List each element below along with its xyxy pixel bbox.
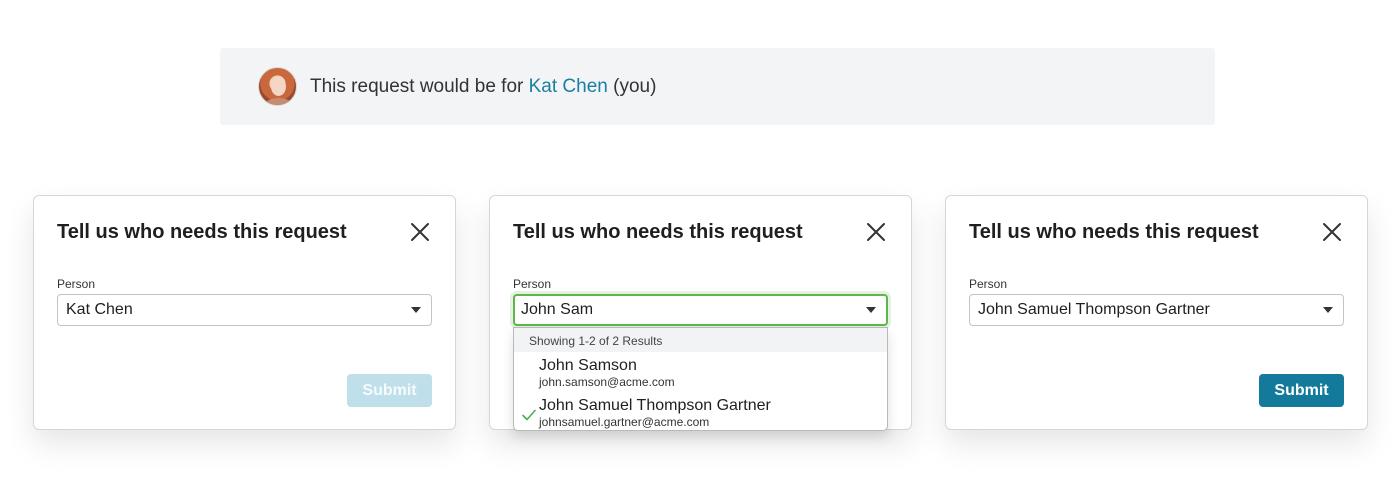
chevron-down-icon xyxy=(1323,307,1333,313)
close-icon[interactable] xyxy=(1321,221,1343,243)
person-label: Person xyxy=(57,277,96,291)
close-icon[interactable] xyxy=(865,221,887,243)
stage: This request would be for Kat Chen (you)… xyxy=(0,0,1400,478)
results-count: Showing 1-2 of 2 Results xyxy=(514,328,887,352)
person-label: Person xyxy=(513,277,552,291)
result-name: John Samuel Thompson Gartner xyxy=(539,397,771,414)
result-option[interactable]: John Samson john.samson@acme.com xyxy=(514,352,887,392)
person-search-value: John Sam xyxy=(521,301,594,318)
avatar xyxy=(258,67,297,106)
avatar-shirt xyxy=(265,98,292,105)
submit-button[interactable]: Submit xyxy=(1259,374,1344,407)
person-select[interactable]: Kat Chen xyxy=(57,294,432,326)
banner-prefix: This request would be for xyxy=(310,75,529,97)
result-email: john.samson@acme.com xyxy=(539,375,675,389)
close-icon[interactable] xyxy=(409,221,431,243)
person-select-value: John Samuel Thompson Gartner xyxy=(978,301,1210,318)
chevron-down-icon xyxy=(866,307,876,313)
result-name: John Samson xyxy=(539,357,637,374)
dialog-title: Tell us who needs this request xyxy=(57,221,347,243)
person-results-dropdown: Showing 1-2 of 2 Results John Samson joh… xyxy=(513,327,888,431)
person-label: Person xyxy=(969,277,1008,291)
person-select-value: Kat Chen xyxy=(66,301,133,318)
result-option-selected[interactable]: John Samuel Thompson Gartner johnsamuel.… xyxy=(514,392,887,430)
banner-suffix: (you) xyxy=(607,75,657,97)
avatar-face xyxy=(271,77,286,96)
dialog-selected: Tell us who needs this request Person Jo… xyxy=(945,195,1368,430)
dialog-default: Tell us who needs this request Person Ka… xyxy=(33,195,456,430)
dialog-searching: Tell us who needs this request Person Jo… xyxy=(489,195,912,431)
result-email: johnsamuel.gartner@acme.com xyxy=(539,415,710,429)
banner-user-link[interactable]: Kat Chen xyxy=(529,76,608,97)
dialog-title: Tell us who needs this request xyxy=(969,221,1259,243)
request-for-banner: This request would be for Kat Chen (you) xyxy=(220,48,1215,125)
check-icon xyxy=(522,409,536,421)
banner-text: This request would be for Kat Chen (you) xyxy=(310,76,656,98)
submit-button[interactable]: Submit xyxy=(347,374,432,407)
dialog-title: Tell us who needs this request xyxy=(513,221,803,243)
person-search-input[interactable]: John Sam xyxy=(513,294,888,326)
person-select[interactable]: John Samuel Thompson Gartner xyxy=(969,294,1344,326)
chevron-down-icon xyxy=(411,307,421,313)
